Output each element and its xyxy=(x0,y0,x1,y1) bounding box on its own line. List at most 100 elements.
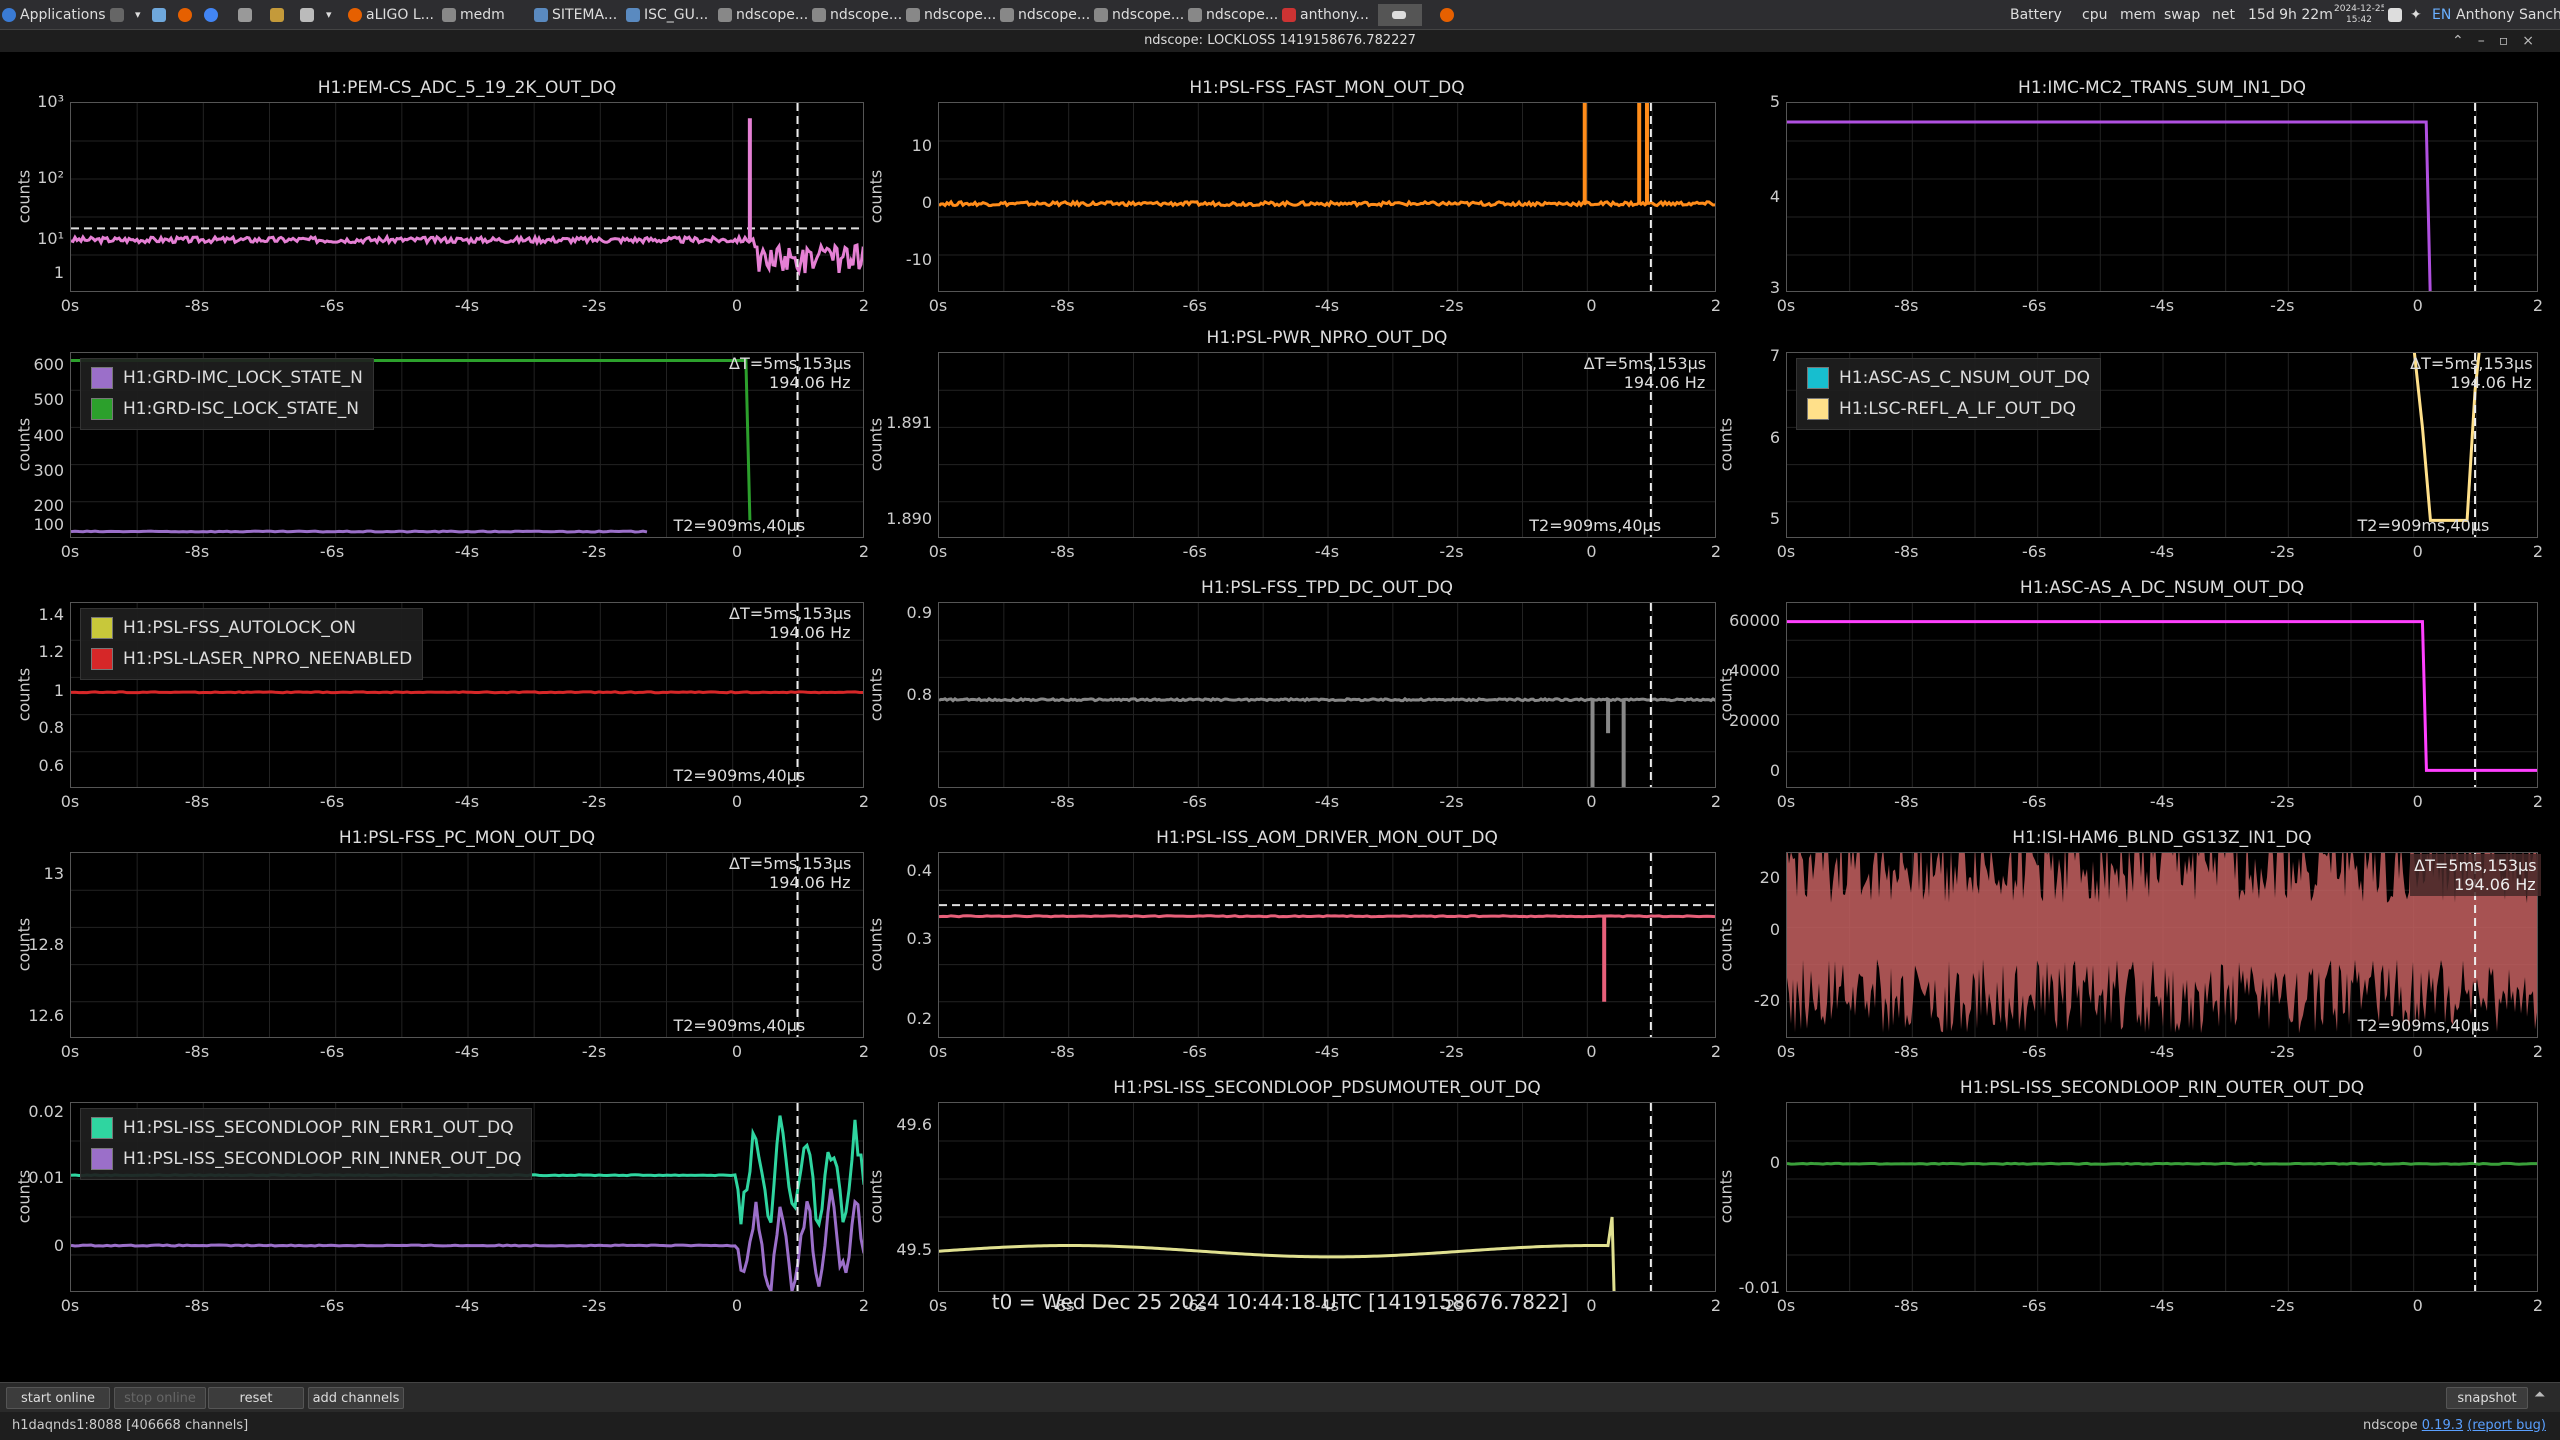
plot-axes[interactable] xyxy=(1786,1102,2538,1292)
legend-item[interactable]: H1:PSL-ISS_SECONDLOOP_RIN_ERR1_OUT_DQ xyxy=(91,1113,521,1144)
version-link[interactable]: 0.19.3 xyxy=(2422,1418,2463,1433)
legend-item[interactable]: H1:PSL-LASER_NPRO_NEENABLED xyxy=(91,644,412,675)
user-menu[interactable]: Anthony Sanchez xyxy=(2456,4,2560,26)
x-tick-label: 0s xyxy=(928,296,948,315)
legend-label: H1:PSL-LASER_NPRO_NEENABLED xyxy=(123,649,413,669)
task-tab[interactable]: ndscope... xyxy=(1188,4,1280,26)
report-bug-link[interactable]: (report bug) xyxy=(2467,1418,2546,1433)
plot-axes[interactable] xyxy=(1786,102,2538,292)
plot-canvas xyxy=(939,1103,1715,1291)
plot-axes[interactable] xyxy=(1786,602,2538,788)
plot-canvas xyxy=(1787,603,2537,787)
delta-t-annotation: ΔT=5ms,153μs 194.06 Hz xyxy=(729,854,851,892)
task-tab[interactable]: SITEMA... xyxy=(534,4,624,26)
swap-indicator[interactable]: swap xyxy=(2164,4,2206,26)
task-tab[interactable]: medm xyxy=(442,4,532,26)
task-tab[interactable]: ndscope... xyxy=(812,4,904,26)
stop-online-button[interactable]: stop online xyxy=(114,1387,206,1409)
clipboard-icon[interactable] xyxy=(2388,4,2408,26)
battery-indicator[interactable]: Battery xyxy=(2010,4,2070,26)
plot-axes[interactable] xyxy=(938,102,1716,292)
y-tick-label: 20000 xyxy=(1729,711,1780,731)
task-tab[interactable]: ndscope... xyxy=(906,4,998,26)
x-tick-label: -4s xyxy=(1314,542,1340,561)
x-tick-label: 0s xyxy=(1776,542,1796,561)
workspace-1[interactable] xyxy=(1378,4,1422,26)
chevron-down-icon[interactable]: ▾ xyxy=(326,4,340,26)
mem-indicator[interactable]: mem xyxy=(2120,4,2158,26)
x-tick-label: 0s xyxy=(1776,792,1796,811)
delta-t-frequency: 194.06 Hz xyxy=(769,623,851,642)
task-tab[interactable]: ndscope... xyxy=(718,4,810,26)
editor-launcher[interactable] xyxy=(300,4,324,26)
files-launcher[interactable] xyxy=(152,4,176,26)
firefox-launcher[interactable] xyxy=(178,4,202,26)
task-tab[interactable]: aLIGO L... xyxy=(348,4,438,26)
plot-axes[interactable] xyxy=(938,602,1716,788)
plot-title: H1:PSL-FSS_TPD_DC_OUT_DQ xyxy=(1200,578,1454,598)
y-tick-label: 600 xyxy=(33,355,64,375)
maximize-icon[interactable]: ▫ xyxy=(2499,33,2523,49)
plot-legend[interactable]: H1:PSL-ISS_SECONDLOOP_RIN_ERR1_OUT_DQ H1:… xyxy=(80,1108,533,1180)
start-online-button[interactable]: start online xyxy=(6,1387,110,1409)
legend-item[interactable]: H1:ASC-AS_C_NSUM_OUT_DQ xyxy=(1807,363,2090,394)
clock[interactable]: 2024-12-25 15:42 xyxy=(2334,4,2384,26)
task-tab[interactable]: ndscope... xyxy=(1000,4,1092,26)
language-indicator[interactable]: EN xyxy=(2432,4,2454,26)
plot-axes[interactable] xyxy=(938,1102,1716,1292)
workspace-2[interactable] xyxy=(1426,4,1470,26)
x-tick-label: 0 xyxy=(731,1042,743,1061)
task-tab[interactable]: ISC_GU... xyxy=(626,4,716,26)
chevron-down-icon[interactable]: ▾ xyxy=(135,4,151,26)
share-launcher[interactable] xyxy=(238,4,262,26)
y-tick-label: 5 xyxy=(1769,92,1780,111)
reset-button[interactable]: reset xyxy=(208,1387,304,1409)
control-bar: start online stop online reset add chann… xyxy=(0,1382,2560,1412)
plot-legend[interactable]: H1:ASC-AS_C_NSUM_OUT_DQ H1:LSC-REFL_A_LF_… xyxy=(1796,358,2101,430)
x-tick-label: -4s xyxy=(1314,1042,1340,1061)
plot-axes[interactable] xyxy=(70,102,864,292)
window-icon xyxy=(906,8,920,22)
x-tick-label: -6s xyxy=(319,1042,345,1061)
t2-annotation: T2=909ms,40μs xyxy=(1529,516,1662,535)
net-indicator[interactable]: net xyxy=(2212,4,2242,26)
x-tick-label: 0 xyxy=(731,542,743,561)
series-trace xyxy=(71,690,863,695)
plot-legend[interactable]: H1:PSL-FSS_AUTOLOCK_ON H1:PSL-LASER_NPRO_… xyxy=(80,608,424,680)
add-channels-button[interactable]: add channels xyxy=(308,1387,404,1409)
expand-icon[interactable]: ⏶ xyxy=(2534,1387,2545,1403)
x-tick-label: -8s xyxy=(1050,296,1075,315)
x-tick-label: -6s xyxy=(2022,542,2047,561)
y-tick-label: 1.4 xyxy=(38,605,64,625)
plot-axes[interactable] xyxy=(938,852,1716,1038)
delta-t-frequency: 194.06 Hz xyxy=(769,373,851,392)
task-tab[interactable]: ndscope... xyxy=(1094,4,1186,26)
minimize-icon[interactable]: – xyxy=(2478,33,2499,49)
series-trace xyxy=(71,529,648,534)
settings-launcher[interactable] xyxy=(270,4,294,26)
snapshot-button[interactable]: snapshot xyxy=(2446,1387,2528,1409)
legend-item[interactable]: H1:LSC-REFL_A_LF_OUT_DQ xyxy=(1807,394,2090,425)
y-tick-label: 60000 xyxy=(1729,610,1780,630)
legend-item[interactable]: H1:GRD-ISC_LOCK_STATE_N xyxy=(91,394,363,425)
legend-item[interactable]: H1:GRD-IMC_LOCK_STATE_N xyxy=(91,363,363,394)
network-icon[interactable]: ✦ xyxy=(2410,4,2428,26)
close-icon[interactable]: × xyxy=(2522,33,2548,49)
legend-item[interactable]: H1:PSL-FSS_AUTOLOCK_ON xyxy=(91,613,412,644)
legend-item[interactable]: H1:PSL-ISS_SECONDLOOP_RIN_INNER_OUT_DQ xyxy=(91,1144,521,1175)
window-titlebar[interactable]: ndscope: LOCKLOSS 1419158676.782227 ⌃–▫× xyxy=(0,30,2560,52)
chrome-launcher[interactable] xyxy=(204,4,228,26)
x-tick-label: -6s xyxy=(319,296,345,315)
window-icon xyxy=(1188,8,1202,22)
x-tick-label: 2 xyxy=(2532,542,2544,561)
cpu-indicator[interactable]: cpu xyxy=(2082,4,2114,26)
x-tick-label: 0 xyxy=(2412,296,2423,315)
task-tab[interactable]: anthony... xyxy=(1282,4,1372,26)
applications-menu[interactable]: Applications xyxy=(2,4,112,26)
y-tick-label: 0.02 xyxy=(28,1101,64,1121)
collapse-icon[interactable]: ⌃ xyxy=(2452,33,2478,49)
x-tick-label: -2s xyxy=(2270,542,2295,561)
plot-legend[interactable]: H1:GRD-IMC_LOCK_STATE_N H1:GRD-ISC_LOCK_S… xyxy=(80,358,374,430)
firefox-icon xyxy=(1440,8,1454,22)
y-tick-label: 0.4 xyxy=(906,860,932,880)
